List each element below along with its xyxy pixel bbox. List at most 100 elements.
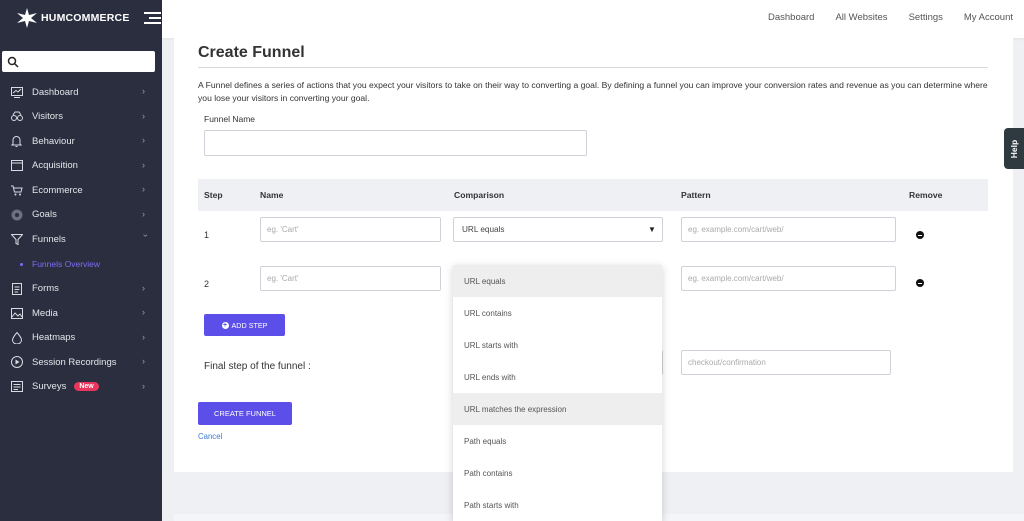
dropdown-option[interactable]: URL equals: [453, 265, 662, 297]
step-pattern-input[interactable]: eg. example.com/cart/web/: [681, 217, 896, 242]
sidebar-item-label: Dashboard: [32, 86, 79, 98]
play-icon: [10, 356, 23, 369]
final-pattern-input[interactable]: checkout/confirmation: [681, 350, 891, 375]
help-label: Help: [1008, 139, 1019, 158]
create-funnel-button[interactable]: CREATE FUNNEL: [198, 402, 292, 425]
sidebar: HUMCOMMERCE Dashboard › Visitors › Behav…: [0, 0, 162, 521]
funnel-name-label: Funnel Name: [204, 114, 256, 124]
sidebar-item-session-recordings[interactable]: Session Recordings ›: [0, 350, 162, 375]
chevron-right-icon: ›: [142, 135, 145, 145]
title-divider: [198, 67, 988, 68]
media-icon: [10, 307, 23, 320]
sidebar-item-goals[interactable]: Goals ›: [0, 203, 162, 228]
chevron-right-icon: ›: [142, 110, 145, 121]
step-pattern-input[interactable]: eg. example.com/cart/web/: [681, 266, 896, 291]
topnav-settings-link[interactable]: Settings: [909, 12, 943, 23]
header-pattern: Pattern: [681, 190, 711, 200]
dropdown-option[interactable]: URL starts with: [453, 329, 662, 361]
search-icon: [7, 55, 19, 68]
dropdown-option[interactable]: Path equals: [453, 425, 662, 457]
cart-icon: [10, 184, 23, 197]
funnel-name-input[interactable]: [204, 130, 587, 156]
chevron-right-icon: ›: [142, 356, 145, 366]
step-number: 1: [204, 230, 210, 240]
caret-down-icon: ▼: [648, 225, 656, 234]
dropdown-option[interactable]: URL matches the expression: [453, 393, 662, 425]
dropdown-option[interactable]: Path contains: [453, 457, 662, 489]
chevron-right-icon: ›: [142, 208, 145, 219]
header-step: Step: [204, 190, 223, 200]
sidebar-item-forms[interactable]: Forms ›: [0, 277, 162, 302]
header-name: Name: [260, 190, 284, 200]
heatmap-icon: [10, 331, 23, 344]
menu-toggle-icon[interactable]: [143, 12, 161, 24]
chevron-right-icon: ›: [142, 282, 145, 293]
chevron-down-icon: ›: [141, 234, 151, 237]
chevron-right-icon: ›: [142, 184, 145, 194]
sidebar-item-label: Ecommerce: [32, 184, 83, 196]
sidebar-item-label: Funnels: [32, 233, 66, 245]
sidebar-item-label: Heatmaps: [32, 332, 76, 344]
bell-icon: [10, 135, 23, 148]
sidebar-item-media[interactable]: Media ›: [0, 301, 162, 326]
steps-table-header: Step Name Comparison Pattern Remove: [198, 179, 988, 211]
top-bar: Dashboard All Websites Settings My Accou…: [162, 0, 1024, 38]
dropdown-option[interactable]: URL contains: [453, 297, 662, 329]
topnav-dashboard-link[interactable]: Dashboard: [768, 12, 814, 23]
dropdown-option[interactable]: Path starts with: [453, 489, 662, 521]
cancel-link[interactable]: Cancel: [198, 432, 222, 441]
final-step-label: Final step of the funnel :: [204, 361, 311, 372]
funnel-icon: [10, 233, 23, 246]
sidebar-item-funnels[interactable]: Funnels ›: [0, 227, 162, 252]
add-step-label: ADD STEP: [231, 320, 268, 330]
dashboard-icon: [10, 86, 23, 99]
sidebar-item-label: Behaviour: [32, 135, 75, 147]
plus-icon: +: [221, 321, 229, 329]
funnel-description: A Funnel defines a series of actions tha…: [198, 80, 988, 103]
sidebar-item-label: Session Recordings: [32, 356, 117, 368]
acquisition-icon: [10, 159, 23, 172]
top-nav: Dashboard All Websites Settings My Accou…: [747, 12, 1013, 23]
visitors-icon: [10, 110, 23, 123]
remove-step-icon[interactable]: [916, 231, 924, 239]
brand-name: HUMCOMMERCE: [41, 12, 130, 24]
header-remove: Remove: [909, 190, 943, 200]
dropdown-option[interactable]: URL ends with: [453, 361, 662, 393]
sidebar-search-input[interactable]: [2, 51, 155, 72]
sidebar-item-label: Forms: [32, 283, 59, 295]
chevron-right-icon: ›: [142, 307, 145, 317]
sidebar-subitem-label: Funnels Overview: [32, 259, 101, 269]
chevron-right-icon: ›: [142, 380, 145, 391]
sidebar-item-label: Acquisition: [32, 160, 78, 172]
sidebar-item-label: Goals: [32, 209, 57, 221]
header-comparison: Comparison: [454, 190, 505, 200]
add-step-button[interactable]: + ADD STEP: [204, 314, 285, 336]
sidebar-nav: Dashboard › Visitors › Behaviour › Acqui…: [0, 80, 162, 399]
sidebar-subitem-funnels-overview[interactable]: Funnels Overview: [0, 252, 162, 277]
sidebar-item-acquisition[interactable]: Acquisition ›: [0, 154, 162, 179]
sidebar-item-surveys[interactable]: Surveys New ›: [0, 375, 162, 400]
sidebar-item-heatmaps[interactable]: Heatmaps ›: [0, 326, 162, 351]
sidebar-item-label: Visitors: [32, 111, 63, 123]
remove-step-icon[interactable]: [916, 279, 924, 287]
sidebar-item-dashboard[interactable]: Dashboard ›: [0, 80, 162, 105]
comparison-dropdown-menu: URL equals URL contains URL starts with …: [453, 265, 662, 521]
chevron-right-icon: ›: [142, 331, 145, 342]
comparison-select-value: URL equals: [462, 225, 505, 234]
chevron-right-icon: ›: [142, 86, 145, 96]
step-name-input[interactable]: eg. 'Cart': [260, 266, 441, 291]
chevron-right-icon: ›: [142, 159, 145, 170]
topnav-all-websites-link[interactable]: All Websites: [835, 12, 887, 23]
topnav-my-account-link[interactable]: My Account: [964, 12, 1013, 23]
sidebar-item-behaviour[interactable]: Behaviour ›: [0, 129, 162, 154]
survey-icon: [10, 380, 23, 393]
sidebar-item-ecommerce[interactable]: Ecommerce ›: [0, 178, 162, 203]
help-tab[interactable]: Help: [1004, 128, 1024, 169]
step-name-input[interactable]: eg. 'Cart': [260, 217, 441, 242]
comparison-select[interactable]: URL equals ▼: [453, 217, 663, 242]
sidebar-item-label: Surveys: [32, 381, 67, 393]
sidebar-item-label: Media: [32, 307, 58, 319]
humcommerce-logo-icon: [16, 7, 38, 29]
sidebar-item-visitors[interactable]: Visitors ›: [0, 105, 162, 130]
brand[interactable]: HUMCOMMERCE: [0, 0, 162, 36]
